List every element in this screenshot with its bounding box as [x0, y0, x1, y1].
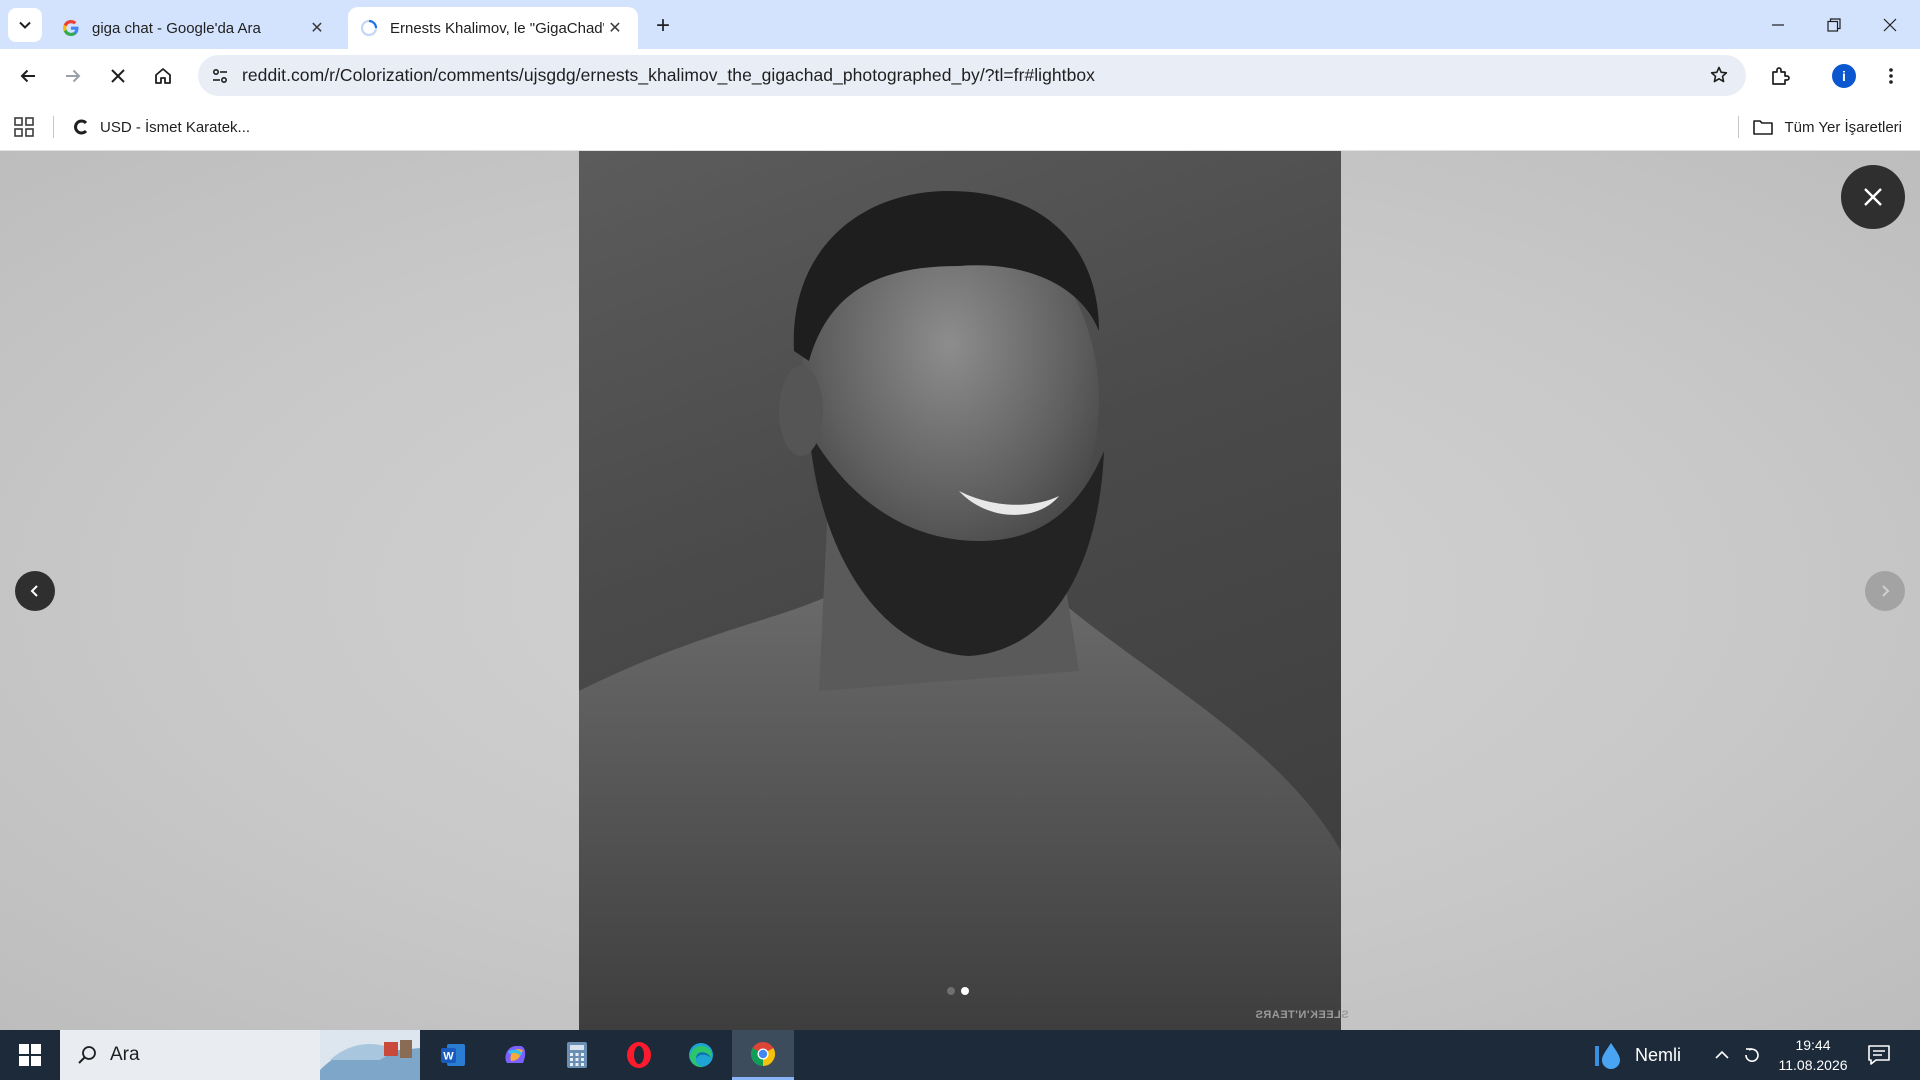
slide-dot-active[interactable] [961, 987, 969, 995]
svg-text:W: W [443, 1051, 454, 1063]
forward-button[interactable] [55, 58, 91, 94]
clock-date: 11.08.2026 [1778, 1057, 1848, 1073]
opera-icon [627, 1042, 651, 1068]
windows-logo-icon [19, 1044, 41, 1066]
water-drop-icon [1595, 1043, 1620, 1069]
tab-title: Ernests Khalimov, le "GigaChad" [390, 19, 604, 37]
taskbar-calculator[interactable] [546, 1030, 608, 1080]
minimize-button[interactable] [1750, 0, 1806, 49]
taskbar-edge[interactable] [670, 1030, 732, 1080]
close-tab-icon[interactable]: ✕ [604, 17, 626, 39]
taskbar-chrome[interactable] [732, 1030, 794, 1080]
minimize-icon [1772, 23, 1784, 26]
url-text: reddit.com/r/Colorization/comments/ujsgd… [242, 65, 1095, 85]
sync-status-button[interactable] [1740, 1043, 1764, 1067]
restore-button[interactable] [1806, 0, 1862, 49]
slide-dot[interactable] [947, 987, 955, 995]
next-image-button[interactable] [1865, 571, 1905, 611]
tab-strip: giga chat - Google'da Ara ✕ Ernests Khal… [0, 0, 1920, 49]
search-placeholder: Ara [110, 1044, 140, 1065]
taskbar-copilot[interactable] [484, 1030, 546, 1080]
search-icon [78, 1046, 96, 1064]
close-icon [111, 69, 125, 83]
bookmark-usd[interactable]: USD - İsmet Karatek... [72, 113, 250, 141]
system-clock[interactable]: 19:44 11.08.2026 [1778, 1035, 1848, 1075]
chrome-icon [750, 1041, 776, 1066]
more-vertical-icon [1889, 68, 1893, 84]
profile-avatar[interactable]: i [1832, 64, 1856, 88]
loading-spinner-icon [360, 19, 378, 37]
photo-watermark: SLEEK'N'TEARS [1255, 1009, 1349, 1021]
bookmark-separator [1738, 116, 1739, 138]
browser-menu-button[interactable] [1876, 58, 1906, 94]
google-g-icon [62, 19, 80, 37]
new-tab-button[interactable]: + [648, 11, 678, 41]
taskbar-opera[interactable] [608, 1030, 670, 1080]
home-icon [155, 68, 171, 84]
browser-toolbar: reddit.com/r/Colorization/comments/ujsgd… [0, 49, 1920, 102]
address-bar[interactable]: reddit.com/r/Colorization/comments/ujsgd… [198, 55, 1746, 96]
notifications-button[interactable] [1866, 1042, 1892, 1068]
bookmark-c-icon [74, 119, 88, 135]
tab-search-button[interactable] [8, 8, 42, 42]
portrait-image [579, 191, 1341, 1030]
sync-icon [1745, 1048, 1759, 1062]
folder-icon [1753, 120, 1774, 135]
word-icon: W [441, 1044, 465, 1066]
slide-indicator [947, 987, 969, 995]
clock-time: 19:44 [1795, 1037, 1831, 1053]
close-icon [1864, 188, 1882, 206]
close-tab-icon[interactable]: ✕ [306, 17, 328, 39]
search-highlight-art [320, 1030, 420, 1080]
site-info-icon[interactable] [202, 58, 238, 94]
copilot-icon [505, 1046, 526, 1063]
start-button[interactable] [0, 1030, 60, 1080]
tab-reddit-active[interactable]: Ernests Khalimov, le "GigaChad" ✕ [348, 7, 638, 49]
close-window-button[interactable] [1862, 0, 1918, 49]
apps-grid-icon[interactable] [12, 115, 36, 139]
weather-label: Nemli [1635, 1044, 1682, 1065]
tab-google-search[interactable]: giga chat - Google'da Ara ✕ [50, 7, 340, 49]
calculator-icon [567, 1042, 587, 1068]
windows-taskbar: Ara W Nemli 19:44 11.08.2026 [0, 1030, 1920, 1080]
extensions-button[interactable] [1762, 58, 1798, 94]
bookmark-separator [53, 116, 54, 138]
show-hidden-icons-button[interactable] [1710, 1043, 1734, 1067]
taskbar-search[interactable]: Ara [60, 1030, 420, 1080]
all-bookmarks-label: Tüm Yer İşaretleri [1784, 118, 1902, 136]
bookmark-label: USD - İsmet Karatek... [100, 118, 251, 136]
chevron-up-icon [1715, 1050, 1729, 1059]
close-icon [1883, 18, 1897, 31]
close-lightbox-button[interactable] [1841, 165, 1905, 229]
bookmarks-bar: USD - İsmet Karatek... Tüm Yer İşaretler… [0, 102, 1920, 151]
all-bookmarks-button[interactable]: Tüm Yer İşaretleri [1752, 113, 1902, 141]
lightbox-photo [579, 151, 1341, 1030]
stop-loading-button[interactable] [100, 58, 136, 94]
image-lightbox: SLEEK'N'TEARS [0, 151, 1920, 1030]
previous-image-button[interactable] [15, 571, 55, 611]
edge-icon [689, 1043, 713, 1068]
back-button[interactable] [10, 58, 46, 94]
bookmark-star-icon[interactable] [1702, 58, 1736, 92]
tab-title: giga chat - Google'da Ara [92, 19, 261, 37]
chevron-left-icon [30, 585, 38, 597]
chevron-down-icon [19, 21, 31, 29]
puzzle-icon [1772, 67, 1790, 85]
weather-widget[interactable]: Nemli [1593, 1030, 1681, 1080]
chevron-right-icon [1882, 585, 1890, 597]
taskbar-word[interactable]: W [422, 1030, 484, 1080]
restore-icon [1827, 17, 1841, 32]
arrow-right-icon [66, 69, 81, 83]
home-button[interactable] [145, 58, 181, 94]
notification-icon [1868, 1045, 1890, 1065]
arrow-left-icon [20, 69, 35, 83]
